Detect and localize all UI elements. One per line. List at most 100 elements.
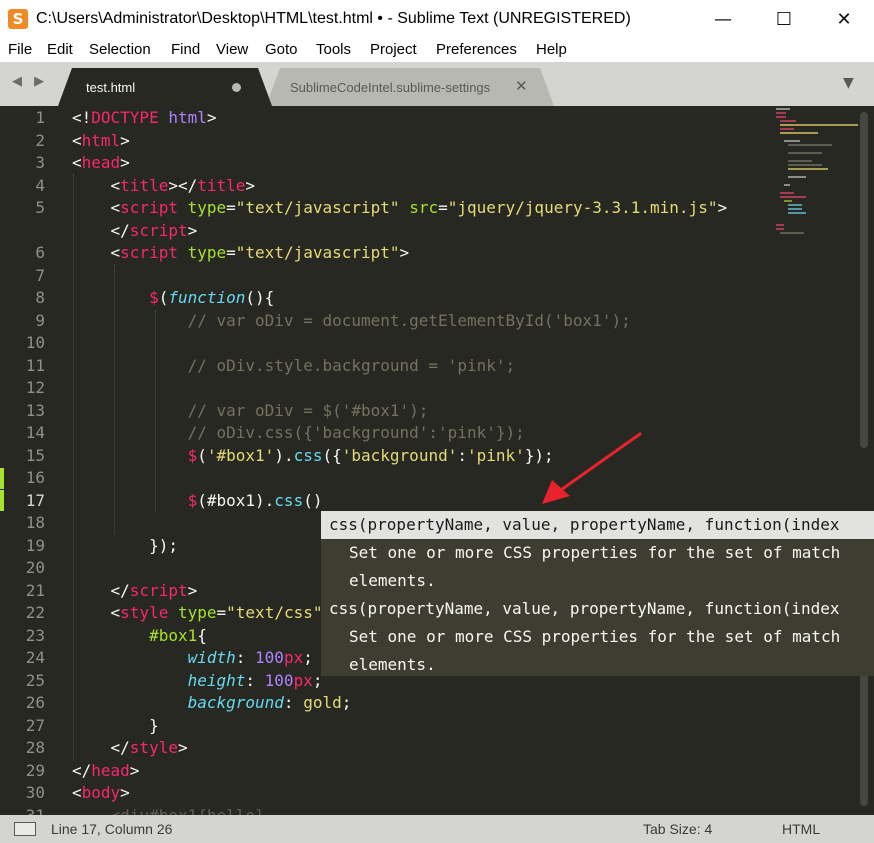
window-title: C:\Users\Administrator\Desktop\HTML\test… — [36, 10, 631, 27]
autocomplete-item-selected[interactable]: css(propertyName, value, propertyName, f… — [321, 511, 874, 539]
line-number: 5 — [35, 198, 45, 217]
line-number: 30 — [25, 783, 45, 802]
line-number: 14 — [25, 423, 45, 442]
menu-goto[interactable]: Goto — [265, 41, 298, 58]
minimize-button[interactable]: — — [693, 0, 753, 38]
code-editor[interactable]: 1 2 3 4 5 6 7 8 9 10 11 12 13 14 15 16 1… — [0, 106, 874, 815]
line-number: 4 — [35, 175, 45, 195]
line-number: 18 — [25, 513, 45, 532]
line-number: 2 — [35, 130, 45, 150]
line-number: 11 — [25, 355, 45, 375]
autocomplete-description: Set one or more CSS properties for the s… — [349, 627, 841, 646]
line-number: 19 — [25, 535, 45, 555]
line-number: 23 — [25, 625, 45, 645]
code-line[interactable]: <script type="text/javascript" src="jque… — [72, 197, 728, 220]
line-number: 25 — [25, 670, 45, 690]
tab-test-html[interactable]: test.html — [58, 68, 272, 106]
line-number-current: 17 — [25, 490, 45, 510]
menu-bar: File Edit Selection Find View Goto Tools… — [0, 38, 874, 62]
autocomplete-description: Set one or more CSS properties for the s… — [349, 543, 841, 562]
code-line[interactable]: <html> — [72, 130, 130, 153]
code-line[interactable]: background: gold; — [72, 692, 352, 715]
menu-find[interactable]: Find — [171, 41, 200, 58]
code-line[interactable]: <body> — [72, 782, 130, 805]
line-number: 6 — [35, 243, 45, 262]
code-line[interactable]: <head> — [72, 152, 130, 175]
line-number: 22 — [25, 603, 45, 622]
tab-label: SublimeCodeIntel.sublime-settings — [290, 80, 491, 95]
line-number: 29 — [25, 760, 45, 780]
status-bar: Line 17, Column 26 Tab Size: 4 HTML — [0, 815, 874, 843]
code-line[interactable]: // oDiv.style.background = 'pink'; — [72, 355, 516, 378]
modified-dot-icon[interactable] — [232, 83, 241, 92]
code-line[interactable]: <title></title> — [72, 175, 256, 198]
line-number: 27 — [25, 715, 45, 735]
line-number: 26 — [25, 693, 45, 712]
tab-nav-arrows-icon[interactable]: ◀ ▶ — [12, 74, 48, 89]
autocomplete-description: elements. — [349, 655, 436, 674]
tab-size-indicator[interactable]: Tab Size: 4 — [643, 821, 712, 837]
code-line[interactable]: height: 100px; — [72, 670, 323, 693]
line-number: 13 — [25, 400, 45, 420]
syntax-indicator[interactable]: HTML — [782, 821, 820, 837]
line-number: 31 — [25, 805, 45, 816]
code-line[interactable]: width: 100px; — [72, 647, 313, 670]
code-line[interactable]: <!DOCTYPE html> — [72, 107, 217, 130]
code-line[interactable]: <div#box1{hello} — [72, 805, 265, 816]
autocomplete-item[interactable]: css(propertyName, value, propertyName, f… — [321, 595, 874, 623]
code-line[interactable]: } — [72, 715, 159, 738]
line-number: 15 — [25, 445, 45, 465]
cursor-position: Line 17, Column 26 — [51, 821, 173, 837]
line-number-gutter: 1 2 3 4 5 6 7 8 9 10 11 12 13 14 15 16 1… — [0, 106, 60, 815]
tab-bar: ◀ ▶ SublimeCodeIntel.sublime-settings ✕ … — [0, 62, 874, 106]
line-number: 8 — [35, 288, 45, 307]
line-number: 20 — [25, 558, 45, 577]
line-number: 16 — [25, 468, 45, 487]
code-line[interactable]: // oDiv.css({'background':'pink'}); — [72, 422, 525, 445]
code-line[interactable]: <script type="text/javascript"> — [72, 242, 410, 265]
code-line[interactable]: </script> — [72, 580, 198, 603]
autocomplete-description: elements. — [349, 571, 436, 590]
line-number: 10 — [25, 333, 45, 352]
vertical-scrollbar[interactable] — [860, 112, 868, 448]
code-line[interactable]: <style type="text/css"> — [72, 602, 333, 625]
line-number: 3 — [35, 153, 45, 172]
tab-dropdown-icon[interactable]: ▼ — [843, 75, 854, 91]
menu-selection[interactable]: Selection — [89, 41, 151, 58]
git-modified-marker — [0, 468, 4, 489]
line-number: 9 — [35, 310, 45, 330]
code-line[interactable]: // var oDiv = document.getElementById('b… — [72, 310, 631, 333]
code-line[interactable]: #box1{ — [72, 625, 207, 648]
menu-project[interactable]: Project — [370, 41, 417, 58]
tab-label: test.html — [86, 80, 136, 95]
code-line[interactable]: $('#box1').css({'background':'pink'}); — [72, 445, 554, 468]
maximize-button[interactable]: ☐ — [754, 0, 814, 38]
panel-toggle-icon[interactable] — [14, 822, 36, 836]
sublime-logo-icon: S — [8, 9, 28, 29]
minimap[interactable] — [772, 106, 862, 246]
menu-help[interactable]: Help — [536, 41, 567, 58]
code-line[interactable]: </style> — [72, 737, 188, 760]
line-number: 24 — [25, 648, 45, 667]
menu-edit[interactable]: Edit — [47, 41, 73, 58]
code-line[interactable]: $(function(){ — [72, 287, 274, 310]
tab-sublimecodeintel-settings[interactable]: SublimeCodeIntel.sublime-settings ✕ — [266, 68, 554, 106]
menu-view[interactable]: View — [216, 41, 248, 58]
menu-file[interactable]: File — [8, 41, 32, 58]
line-number: 1 — [35, 108, 45, 127]
line-number: 21 — [25, 580, 45, 600]
menu-tools[interactable]: Tools — [316, 41, 351, 58]
code-line[interactable]: </script> — [72, 220, 198, 243]
code-line[interactable]: }); — [72, 535, 178, 558]
autocomplete-popup[interactable]: css(propertyName, value, propertyName, f… — [321, 511, 874, 676]
tab-close-icon[interactable]: ✕ — [515, 77, 528, 95]
line-number: 7 — [35, 265, 45, 285]
line-number: 12 — [25, 378, 45, 397]
code-line[interactable]: // var oDiv = $('#box1'); — [72, 400, 429, 423]
menu-preferences[interactable]: Preferences — [436, 41, 517, 58]
close-button[interactable]: ✕ — [814, 0, 874, 38]
code-line-current[interactable]: $(#box1).css() — [72, 490, 323, 513]
code-line[interactable]: </head> — [72, 760, 139, 783]
title-bar: S C:\Users\Administrator\Desktop\HTML\te… — [0, 0, 874, 38]
annotation-arrow-icon — [542, 432, 642, 504]
